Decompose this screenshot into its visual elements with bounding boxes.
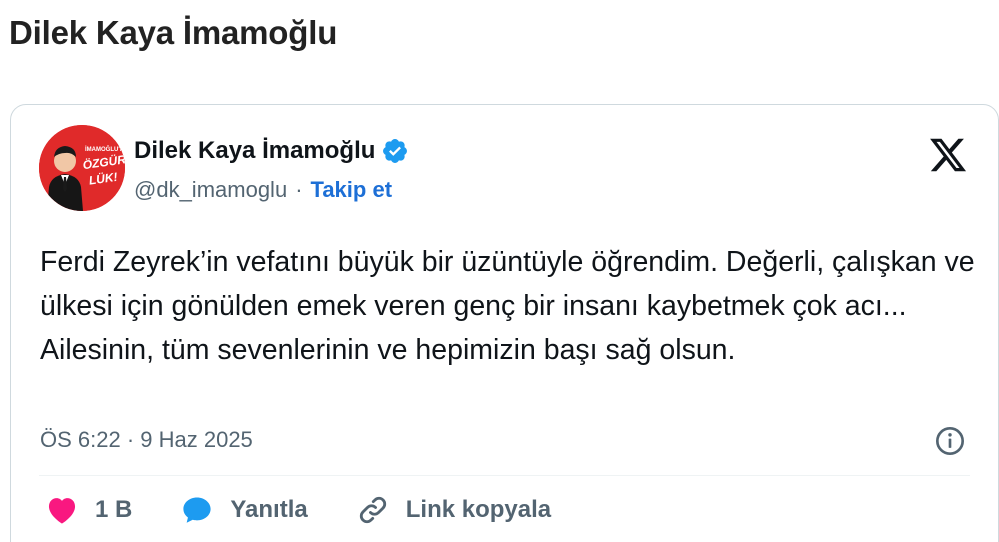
- tweet-text: Ferdi Zeyrek’in vefatını büyük bir üzünt…: [40, 246, 975, 366]
- avatar-image: İMAMOĞLU'NA ÖZGÜR- LÜK!: [39, 125, 125, 211]
- like-count: 1 B: [95, 496, 133, 523]
- like-button[interactable]: 1 B: [45, 493, 132, 527]
- info-icon[interactable]: [934, 425, 966, 457]
- author-handle-row: @dk_imamoglu · Takip et: [134, 177, 392, 203]
- divider: [39, 475, 970, 476]
- speech-bubble-icon: [183, 497, 211, 523]
- avatar[interactable]: İMAMOĞLU'NA ÖZGÜR- LÜK!: [39, 125, 125, 211]
- embedded-tweet-card[interactable]: İMAMOĞLU'NA ÖZGÜR- LÜK! Dilek Kaya İmamo…: [10, 104, 999, 542]
- x-logo-icon[interactable]: [928, 135, 968, 175]
- tweet-actions-bar: 1 B Yanıtla Link kopyala: [45, 493, 599, 527]
- author-display-name[interactable]: Dilek Kaya İmamoğlu: [134, 137, 375, 165]
- tweet-timestamp[interactable]: ÖS 6:22 · 9 Haz 2025: [40, 427, 253, 453]
- link-icon: [359, 496, 386, 524]
- copy-link-label: Link kopyala: [405, 496, 552, 523]
- separator-dot: ·: [295, 177, 303, 202]
- avatar-slogan-line-1: İMAMOĞLU'NA: [85, 145, 125, 153]
- copy-link-button[interactable]: Link kopyala: [356, 493, 551, 527]
- page-title: Dilek Kaya İmamoğlu: [9, 14, 338, 51]
- author-handle[interactable]: @dk_imamoglu: [134, 177, 287, 203]
- reply-label: Yanıtla: [230, 496, 308, 523]
- heart-icon: [48, 498, 76, 524]
- follow-button[interactable]: Takip et: [311, 177, 393, 203]
- author-name-row[interactable]: Dilek Kaya İmamoğlu: [134, 137, 409, 165]
- reply-button[interactable]: Yanıtla: [180, 493, 308, 527]
- verified-badge-icon: [381, 137, 409, 165]
